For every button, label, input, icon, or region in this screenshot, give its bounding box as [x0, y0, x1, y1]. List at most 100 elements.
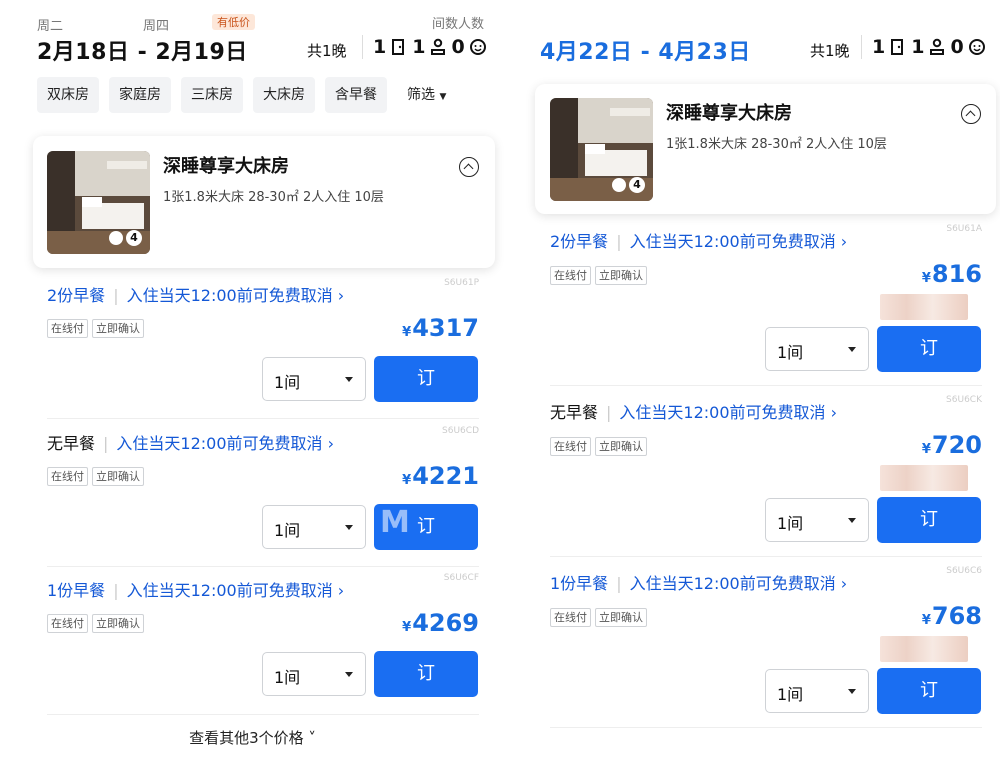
divider	[861, 35, 862, 59]
dropdown-caret-icon	[848, 518, 856, 523]
chevron-right-icon: ›	[322, 434, 335, 453]
more-prices-label: 查看其他3个价格	[189, 729, 304, 747]
tag-online-pay: 在线付	[47, 319, 88, 338]
tag-instant-confirm: 立即确认	[595, 608, 647, 627]
guest-selector[interactable]: 1 1 0	[861, 35, 986, 59]
breakfast-label: 1份早餐	[550, 574, 609, 593]
chip-twin[interactable]: 双床房	[37, 77, 99, 113]
room-icon	[392, 39, 405, 55]
price: ¥4269	[402, 609, 479, 637]
more-prices-link[interactable]: 查看其他3个价格 ˅	[0, 727, 505, 748]
room-photo[interactable]: 4	[550, 98, 653, 201]
filter-chips: 双床房 家庭房 三床房 大床房 含早餐 筛选 ▼	[37, 77, 456, 113]
play-icon	[109, 231, 123, 245]
blurred-info	[880, 294, 968, 320]
rate-code: S6U6CK	[946, 395, 982, 405]
cancel-policy: 入住当天12:00前可免费取消	[126, 286, 333, 305]
watermark: M	[380, 505, 416, 540]
child-icon	[968, 39, 985, 55]
currency: ¥	[402, 325, 412, 340]
price-value: 816	[931, 260, 982, 288]
checkin-weekday: 周二	[37, 19, 64, 34]
book-button[interactable]: 订	[374, 651, 478, 697]
room-icon	[891, 39, 904, 55]
rate-code: S6U6CF	[443, 573, 479, 583]
tag-instant-confirm: 立即确认	[92, 319, 144, 338]
cancel-policy: 入住当天12:00前可免费取消	[126, 581, 333, 600]
rate-tags: 在线付 立即确认	[550, 266, 647, 285]
adult-icon	[431, 38, 446, 55]
room-spec: 1张1.8米大床 28-30㎡ 2人入住 10层	[163, 190, 384, 205]
book-button[interactable]: 订	[877, 326, 981, 372]
cancel-policy: 入住当天12:00前可免费取消	[629, 574, 836, 593]
adult-count: 1	[911, 36, 925, 58]
tag-instant-confirm: 立即确认	[595, 437, 647, 456]
rate-tags: 在线付 立即确认	[47, 319, 144, 338]
room-card[interactable]: 4 深睡尊享大床房 1张1.8米大床 28-30㎡ 2人入住 10层	[33, 136, 495, 268]
chip-triple[interactable]: 三床房	[181, 77, 243, 113]
tag-online-pay: 在线付	[550, 608, 591, 627]
nights-count: 共1晚	[810, 42, 850, 60]
tag-instant-confirm: 立即确认	[92, 614, 144, 633]
rate-header[interactable]: 2份早餐 | 入住当天12:00前可免费取消 ›	[47, 282, 344, 306]
currency: ¥	[921, 271, 931, 286]
checkout-weekday: 周四	[143, 19, 170, 34]
chevron-down-icon: ˅	[303, 729, 316, 747]
play-icon	[612, 178, 626, 192]
rate-header[interactable]: 无早餐 | 入住当天12:00前可免费取消 ›	[47, 430, 334, 454]
chip-breakfast[interactable]: 含早餐	[325, 77, 387, 113]
qty-value: 1间	[274, 521, 301, 540]
price: ¥4317	[402, 314, 479, 342]
rate-header[interactable]: 1份早餐 | 入住当天12:00前可免费取消 ›	[550, 570, 847, 594]
room-photo[interactable]: 4	[47, 151, 150, 254]
room-card[interactable]: 4 深睡尊享大床房 1张1.8米大床 28-30㎡ 2人入住 10层	[535, 84, 996, 214]
room-qty-select[interactable]: 1间	[765, 327, 869, 371]
chip-king[interactable]: 大床房	[253, 77, 315, 113]
breakfast-label: 无早餐	[550, 403, 599, 422]
adult-count: 1	[412, 36, 426, 58]
chevron-right-icon: ›	[825, 403, 838, 422]
room-count: 1	[872, 36, 886, 58]
collapse-icon[interactable]	[459, 157, 479, 177]
qty-value: 1间	[274, 668, 301, 687]
room-qty-select[interactable]: 1间	[765, 498, 869, 542]
guest-selector[interactable]: 1 1 0	[362, 35, 487, 59]
rate-header[interactable]: 无早餐 | 入住当天12:00前可免费取消 ›	[550, 399, 837, 423]
price: ¥720	[922, 431, 982, 459]
filter-label: 筛选	[407, 87, 435, 103]
room-qty-select[interactable]: 1间	[262, 357, 366, 401]
book-button[interactable]: 订	[877, 497, 981, 543]
qty-value: 1间	[274, 373, 301, 392]
collapse-icon[interactable]	[961, 104, 981, 124]
adult-icon	[930, 38, 945, 55]
child-count: 0	[950, 36, 964, 58]
breakfast-label: 1份早餐	[47, 581, 106, 600]
book-button[interactable]: 订	[877, 668, 981, 714]
date-range[interactable]: 4月22日 - 4月23日	[540, 34, 751, 66]
room-qty-select[interactable]: 1间	[765, 669, 869, 713]
room-qty-select[interactable]: 1间	[262, 652, 366, 696]
breakfast-label: 2份早餐	[550, 232, 609, 251]
room-qty-select[interactable]: 1间	[262, 505, 366, 549]
panel-gap	[505, 0, 522, 766]
right-screenshot: 4月22日 - 4月23日 共1晚 1 1 0 4 深睡尊享大床房 1张1.8米…	[522, 0, 1000, 766]
price: ¥4221	[402, 462, 479, 490]
chevron-right-icon: ›	[835, 574, 848, 593]
dropdown-caret-icon	[848, 347, 856, 352]
rate-row: S6U6CD 无早餐 | 入住当天12:00前可免费取消 › 在线付 立即确认 ¥42…	[47, 424, 479, 567]
filter-button[interactable]: 筛选 ▼	[397, 77, 456, 113]
rate-header[interactable]: 2份早餐 | 入住当天12:00前可免费取消 ›	[550, 228, 847, 252]
breakfast-label: 无早餐	[47, 434, 96, 453]
rate-tags: 在线付 立即确认	[47, 467, 144, 486]
rate-row: S6U6CF 1份早餐 | 入住当天12:00前可免费取消 › 在线付 立即确认 ¥4…	[47, 571, 479, 715]
guests-label: 间数人数	[432, 17, 485, 32]
rate-row: S6U61P 2份早餐 | 入住当天12:00前可免费取消 › 在线付 立即确认 ¥4…	[47, 276, 479, 419]
price: ¥816	[922, 260, 982, 288]
rate-header[interactable]: 1份早餐 | 入住当天12:00前可免费取消 ›	[47, 577, 344, 601]
book-button[interactable]: 订	[374, 356, 478, 402]
dropdown-caret-icon	[848, 689, 856, 694]
chip-family[interactable]: 家庭房	[109, 77, 171, 113]
dropdown-caret-icon	[345, 525, 353, 530]
date-range[interactable]: 2月18日 - 2月19日	[37, 34, 248, 66]
divider: |	[606, 403, 612, 422]
